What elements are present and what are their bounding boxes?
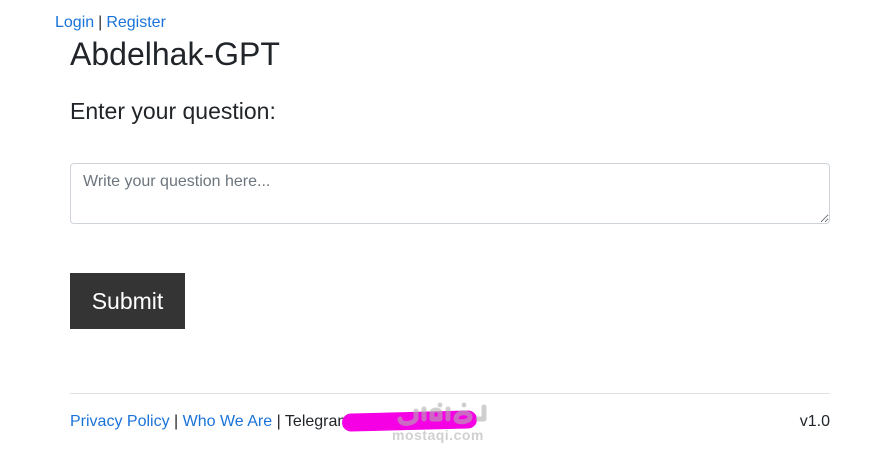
- page-title: Abdelhak-GPT: [70, 36, 280, 72]
- footer-divider: [70, 393, 830, 394]
- version-label: v1.0: [799, 413, 830, 430]
- login-link[interactable]: Login: [55, 14, 94, 31]
- auth-links: Login | Register: [55, 13, 166, 33]
- question-input[interactable]: [70, 163, 830, 224]
- who-we-are-link[interactable]: Who We Are: [183, 413, 273, 430]
- submit-button[interactable]: Submit: [70, 273, 185, 329]
- telegram-text[interactable]: Telegram: [285, 413, 351, 430]
- footer-links: Privacy Policy | Who We Are | Telegram: [70, 411, 351, 433]
- footer-separator: |: [276, 413, 281, 430]
- redaction-mark: [341, 410, 478, 432]
- register-link[interactable]: Register: [106, 14, 166, 31]
- auth-separator: |: [98, 14, 103, 31]
- footer-separator: |: [174, 413, 179, 430]
- question-label: Enter your question:: [70, 98, 276, 124]
- footer: Privacy Policy | Who We Are | Telegram m…: [70, 402, 830, 443]
- privacy-policy-link[interactable]: Privacy Policy: [70, 413, 170, 430]
- main-container: Abdelhak-GPT Enter your question: Submit…: [70, 34, 830, 443]
